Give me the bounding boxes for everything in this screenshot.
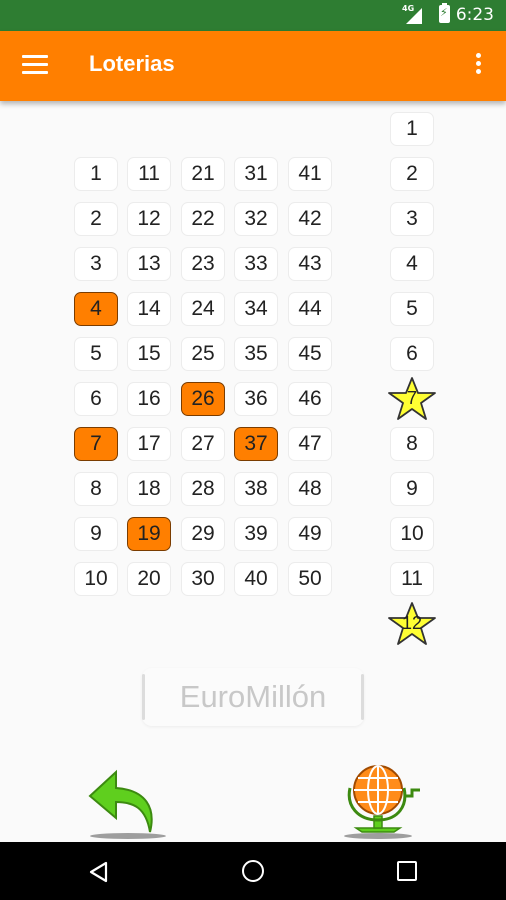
number-cell-7[interactable]: 7 (74, 427, 118, 461)
undo-arrow-icon[interactable] (86, 756, 170, 840)
number-cell-20[interactable]: 20 (127, 562, 171, 596)
number-cell-21[interactable]: 21 (181, 157, 225, 191)
number-cell-11[interactable]: 11 (127, 157, 171, 191)
clock: 6:23 (455, 5, 494, 25)
number-cell-22[interactable]: 22 (181, 202, 225, 236)
battery-icon: ⚡ (439, 3, 450, 23)
star-cell-5[interactable]: 5 (390, 292, 434, 326)
number-cell-43[interactable]: 43 (288, 247, 332, 281)
svg-text:12: 12 (402, 613, 422, 633)
number-cell-44[interactable]: 44 (288, 292, 332, 326)
status-bar: 4G ⚡ 6:23 (0, 0, 506, 31)
star-icon-selected-7[interactable]: 7 (386, 376, 438, 422)
star-cell-4[interactable]: 4 (390, 247, 434, 281)
more-vert-icon[interactable] (476, 53, 482, 79)
signal-icon: 4G (402, 4, 424, 26)
star-cell-10[interactable]: 10 (390, 517, 434, 551)
system-nav-bar (0, 842, 506, 900)
star-cell-3[interactable]: 3 (390, 202, 434, 236)
number-cell-50[interactable]: 50 (288, 562, 332, 596)
lottery-globe-icon[interactable] (336, 756, 426, 840)
star-cell-2[interactable]: 2 (390, 157, 434, 191)
star-cell-1[interactable]: 1 (390, 112, 434, 146)
nav-home-icon[interactable] (242, 860, 264, 882)
number-cell-37[interactable]: 37 (234, 427, 278, 461)
number-cell-35[interactable]: 35 (234, 337, 278, 371)
nav-recents-icon[interactable] (397, 861, 417, 881)
star-icon-selected-12[interactable]: 12 (386, 601, 438, 647)
number-cell-49[interactable]: 49 (288, 517, 332, 551)
number-cell-24[interactable]: 24 (181, 292, 225, 326)
number-cell-2[interactable]: 2 (74, 202, 118, 236)
number-cell-46[interactable]: 46 (288, 382, 332, 416)
number-cell-26[interactable]: 26 (181, 382, 225, 416)
number-cell-38[interactable]: 38 (234, 472, 278, 506)
page-title: Loterias (89, 51, 175, 76)
number-cell-23[interactable]: 23 (181, 247, 225, 281)
number-cell-39[interactable]: 39 (234, 517, 278, 551)
number-cell-10[interactable]: 10 (74, 562, 118, 596)
number-cell-8[interactable]: 8 (74, 472, 118, 506)
hamburger-menu-icon[interactable] (22, 55, 48, 77)
number-cell-16[interactable]: 16 (127, 382, 171, 416)
number-cell-12[interactable]: 12 (127, 202, 171, 236)
number-cell-9[interactable]: 9 (74, 517, 118, 551)
number-cell-19[interactable]: 19 (127, 517, 171, 551)
app-bar: Loterias (0, 31, 506, 101)
number-cell-41[interactable]: 41 (288, 157, 332, 191)
nav-back-icon[interactable] (88, 861, 110, 883)
number-cell-6[interactable]: 6 (74, 382, 118, 416)
number-cell-32[interactable]: 32 (234, 202, 278, 236)
number-cell-18[interactable]: 18 (127, 472, 171, 506)
number-cell-5[interactable]: 5 (74, 337, 118, 371)
number-cell-27[interactable]: 27 (181, 427, 225, 461)
number-cell-33[interactable]: 33 (234, 247, 278, 281)
number-cell-31[interactable]: 31 (234, 157, 278, 191)
number-cell-48[interactable]: 48 (288, 472, 332, 506)
number-cell-42[interactable]: 42 (288, 202, 332, 236)
svg-text:7: 7 (407, 388, 417, 408)
star-cell-6[interactable]: 6 (390, 337, 434, 371)
number-cell-47[interactable]: 47 (288, 427, 332, 461)
number-cell-34[interactable]: 34 (234, 292, 278, 326)
number-cell-1[interactable]: 1 (74, 157, 118, 191)
number-cell-36[interactable]: 36 (234, 382, 278, 416)
euromillon-button[interactable]: EuroMillón (142, 668, 364, 726)
star-cell-8[interactable]: 8 (390, 427, 434, 461)
number-cell-3[interactable]: 3 (74, 247, 118, 281)
number-cell-15[interactable]: 15 (127, 337, 171, 371)
star-cell-11[interactable]: 11 (390, 562, 434, 596)
number-cell-25[interactable]: 25 (181, 337, 225, 371)
number-cell-30[interactable]: 30 (181, 562, 225, 596)
number-cell-14[interactable]: 14 (127, 292, 171, 326)
number-cell-40[interactable]: 40 (234, 562, 278, 596)
number-cell-17[interactable]: 17 (127, 427, 171, 461)
number-cell-4[interactable]: 4 (74, 292, 118, 326)
number-cell-28[interactable]: 28 (181, 472, 225, 506)
star-cell-9[interactable]: 9 (390, 472, 434, 506)
number-cell-45[interactable]: 45 (288, 337, 332, 371)
number-cell-29[interactable]: 29 (181, 517, 225, 551)
number-cell-13[interactable]: 13 (127, 247, 171, 281)
